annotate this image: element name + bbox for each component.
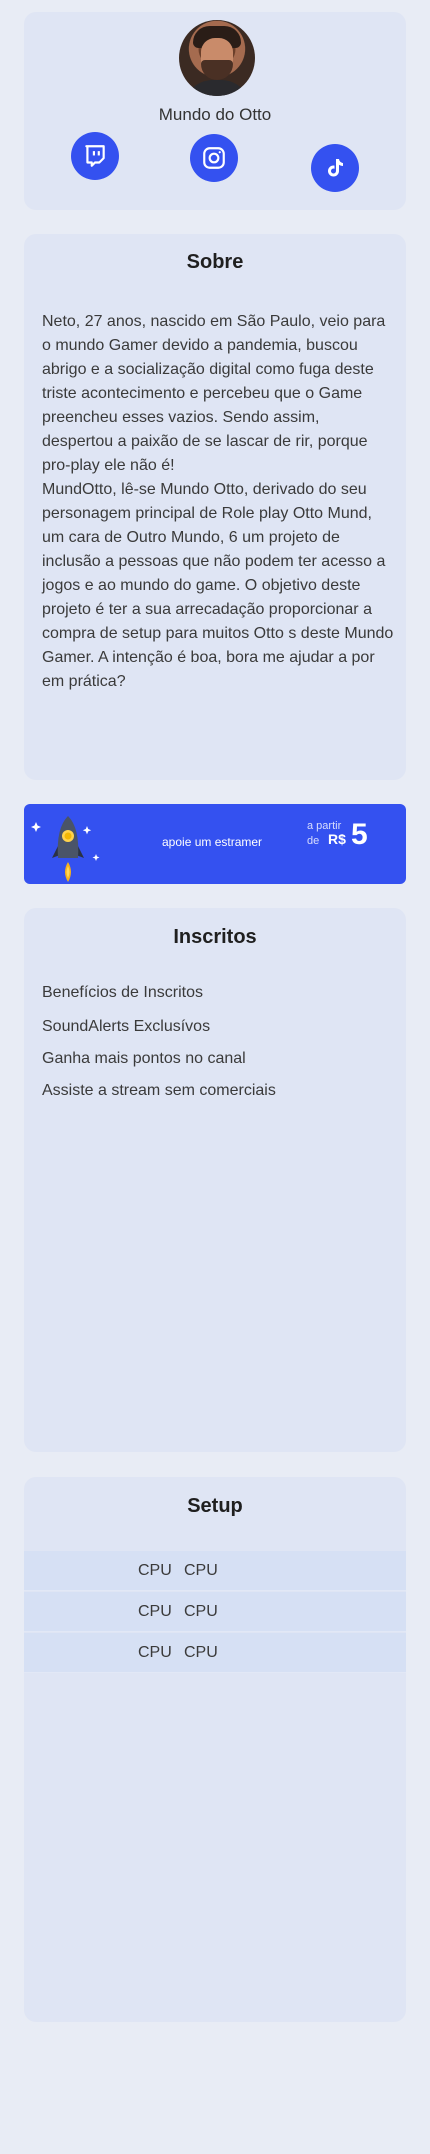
benefit-item: Benefícios de Inscritos (42, 984, 203, 1001)
setup-card: Setup CPU CPU CPU CPU CPU CPU (24, 1477, 406, 2022)
subscribers-title: Inscritos (173, 926, 257, 948)
about-text: Neto, 27 anos, nascido em São Paulo, vei… (42, 313, 394, 690)
table-row: CPU CPU (24, 1633, 406, 1673)
instagram-link[interactable] (190, 134, 238, 182)
benefit-item: Assiste a stream sem comerciais (42, 1082, 276, 1099)
setup-title: Setup (187, 1495, 243, 1517)
support-banner[interactable]: apoie um estramer a partir de R$ 5 (24, 804, 406, 884)
setup-cell: CPU (138, 1644, 172, 1661)
profile-name: Mundo do Otto (158, 105, 272, 124)
price-value: 5 (351, 818, 368, 851)
instagram-icon (203, 147, 225, 169)
table-row: CPU CPU (24, 1551, 406, 1591)
setup-cell: CPU (184, 1562, 218, 1579)
table-row: CPU CPU (24, 1592, 406, 1632)
about-title: Sobre (186, 251, 244, 273)
about-card: Sobre Neto, 27 anos, nascido em São Paul… (24, 234, 406, 780)
benefit-item: Ganha mais pontos no canal (42, 1050, 246, 1067)
tiktok-link[interactable] (311, 144, 359, 192)
setup-cell: CPU (138, 1562, 172, 1579)
benefit-item: SoundAlerts Exclusívos (42, 1018, 211, 1035)
setup-cell: CPU (184, 1644, 218, 1661)
avatar (179, 20, 255, 96)
setup-cell: CPU (138, 1603, 172, 1620)
subscribers-card: Inscritos Benefícios de Inscritos SoundA… (24, 908, 406, 1452)
banner-text: apoie um estramer (162, 835, 263, 849)
twitch-icon (85, 145, 105, 167)
profile-card: Mundo do Otto (24, 12, 406, 210)
rocket-icon (31, 816, 100, 882)
setup-cell: CPU (184, 1603, 218, 1620)
twitch-link[interactable] (71, 132, 119, 180)
tiktok-icon (328, 159, 343, 177)
price-currency: R$ (328, 831, 346, 847)
